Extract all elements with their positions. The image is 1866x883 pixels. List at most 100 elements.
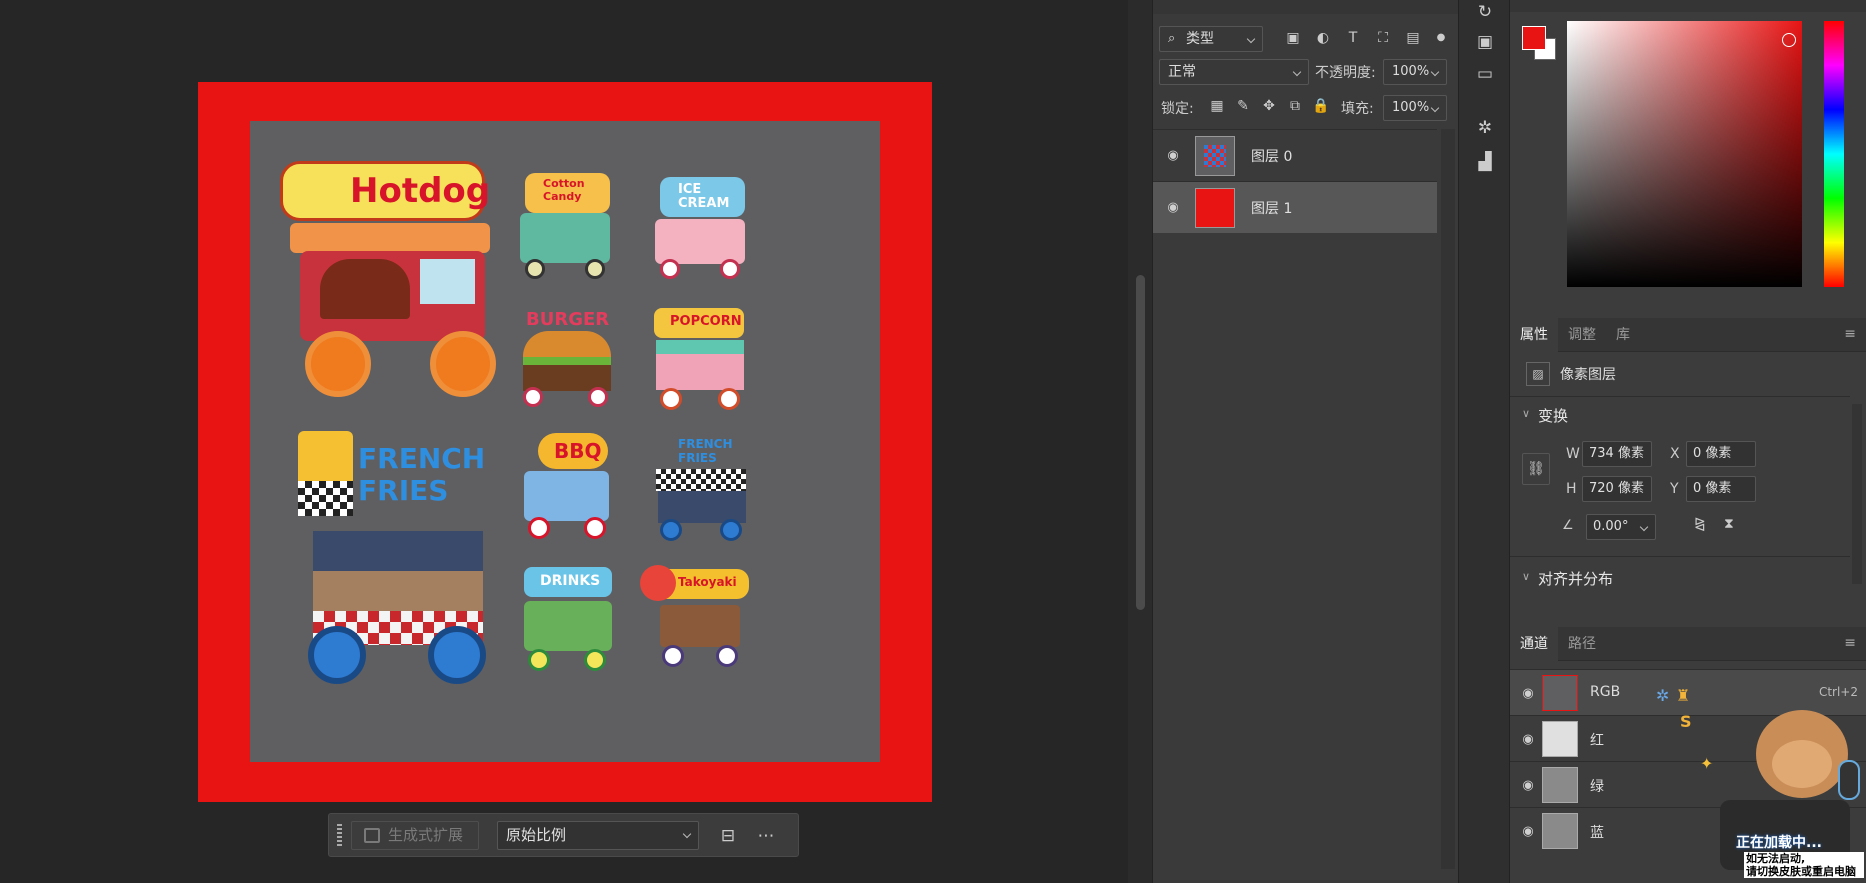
- channel-thumbnail: [1542, 675, 1578, 711]
- flip-horizontal-icon[interactable]: ⧎: [1694, 516, 1706, 532]
- color-field[interactable]: [1567, 21, 1802, 287]
- tab-paths[interactable]: 路径: [1558, 627, 1606, 661]
- french-fries-sign-small: FRENCH FRIES: [678, 437, 733, 465]
- tab-libraries[interactable]: 库: [1606, 318, 1640, 352]
- hue-slider[interactable]: [1824, 21, 1844, 287]
- layer-filter-row: ⌕ 类型 ▣ ◐ T ⛶ ▤ ●: [1159, 24, 1451, 56]
- crop-options-icon[interactable]: ⊟: [715, 823, 741, 849]
- angle-icon: ∠: [1562, 518, 1574, 533]
- layers-panel-tabbar: [1153, 0, 1459, 14]
- fill-value: 100%: [1392, 100, 1430, 115]
- bbq-sign: BBQ: [554, 439, 602, 463]
- lock-position-icon[interactable]: ✥: [1259, 96, 1279, 116]
- lock-transparent-icon[interactable]: ▦: [1207, 96, 1227, 116]
- generative-expand-label: 生成式扩展: [388, 826, 464, 844]
- smart-object-filter-icon[interactable]: ▤: [1403, 28, 1423, 48]
- drinks-sign: DRINKS: [540, 573, 601, 589]
- layer-name[interactable]: 图层 0: [1251, 146, 1292, 166]
- flip-vertical-icon[interactable]: ⧗: [1724, 516, 1734, 532]
- contextual-task-bar: 生成式扩展 原始比例 ⊟ ⋯: [328, 813, 799, 857]
- histogram-icon[interactable]: ▟: [1473, 150, 1497, 174]
- comments-icon[interactable]: ▭: [1473, 62, 1497, 86]
- tab-channels[interactable]: 通道: [1510, 627, 1558, 661]
- aspect-ratio-value: 原始比例: [506, 826, 567, 844]
- fill-input[interactable]: 100%: [1383, 95, 1447, 121]
- drinks-cart: DRINKS: [518, 561, 618, 676]
- color-picker-cursor[interactable]: [1782, 33, 1796, 47]
- foreground-color-swatch[interactable]: [1522, 26, 1546, 50]
- opacity-label: 不透明度:: [1315, 65, 1376, 81]
- sparkle-icon: ✦: [1700, 754, 1714, 773]
- panel-icon-strip: ↻ ▣ ▭ ✲ ▟: [1458, 0, 1510, 883]
- channel-name: RGB: [1590, 684, 1621, 700]
- type-filter-icon[interactable]: T: [1343, 28, 1363, 48]
- plugins-icon[interactable]: ▣: [1473, 30, 1497, 54]
- align-section-title[interactable]: 对齐并分布: [1538, 568, 1613, 589]
- eye-icon[interactable]: ◉: [1520, 778, 1536, 793]
- loading-text: 正在加载中...: [1736, 835, 1822, 851]
- transform-section-title[interactable]: 变换: [1538, 405, 1568, 426]
- eye-icon[interactable]: ◉: [1520, 824, 1536, 839]
- drag-handle[interactable]: [337, 824, 342, 846]
- layers-scrollbar[interactable]: [1441, 129, 1455, 869]
- scrollbar-thumb[interactable]: [1136, 275, 1145, 610]
- filter-kind-value: 类型: [1186, 31, 1214, 47]
- filter-toggle-icon[interactable]: ●: [1431, 28, 1451, 48]
- properties-scrollbar[interactable]: [1852, 404, 1862, 584]
- layer-row[interactable]: ◉ 图层 1: [1153, 181, 1437, 233]
- height-label: H: [1566, 481, 1577, 497]
- eye-icon[interactable]: ◉: [1165, 200, 1181, 215]
- tab-properties[interactable]: 属性: [1510, 318, 1558, 352]
- y-input[interactable]: 0 像素: [1686, 476, 1756, 502]
- panel-menu-icon[interactable]: ≡: [1844, 326, 1856, 342]
- channel-thumbnail: [1542, 721, 1578, 757]
- chevron-down-icon[interactable]: ∨: [1522, 407, 1530, 420]
- ice-cream-cart: ICE CREAM: [650, 169, 750, 279]
- shirt-icon: ♜: [1676, 686, 1691, 705]
- shape-filter-icon[interactable]: ⛶: [1373, 28, 1393, 48]
- link-proportions-icon[interactable]: ⛓: [1522, 453, 1550, 485]
- popcorn-sign: POPCORN: [670, 314, 742, 329]
- layer-row[interactable]: ◉ 图层 0: [1153, 129, 1437, 181]
- height-input[interactable]: 720 像素: [1582, 476, 1652, 502]
- takoyaki-cart: Takoyaki: [638, 561, 753, 676]
- cotton-candy-cart: Cotton Candy: [515, 169, 615, 279]
- document-canvas[interactable]: Hotdog Cotton Candy ICE CREAM BURGER POP…: [0, 0, 1128, 883]
- image-filter-icon[interactable]: ▣: [1283, 28, 1303, 48]
- eye-icon[interactable]: ◉: [1520, 732, 1536, 747]
- x-input[interactable]: 0 像素: [1686, 441, 1756, 467]
- takoyaki-sign: Takoyaki: [678, 575, 737, 589]
- opacity-input[interactable]: 100%: [1383, 59, 1447, 85]
- lock-all-icon[interactable]: 🔒: [1311, 96, 1331, 116]
- canvas-vertical-scrollbar[interactable]: [1128, 0, 1152, 883]
- eye-icon[interactable]: ◉: [1520, 686, 1536, 701]
- opacity-value: 100%: [1392, 64, 1430, 79]
- eye-icon[interactable]: ◉: [1165, 148, 1181, 163]
- desktop-pet-overlay[interactable]: 正在加载中... 如无法启动, 请切换皮肤或重启电脑 ✦: [1700, 700, 1866, 883]
- chevron-down-icon: [1246, 34, 1256, 44]
- popcorn-cart: POPCORN: [650, 306, 750, 411]
- generative-expand-button[interactable]: 生成式扩展: [351, 821, 479, 850]
- french-fries-sign: FRENCH FRIES: [358, 442, 486, 507]
- headphones-icon: [1838, 760, 1860, 800]
- blend-mode-dropdown[interactable]: 正常: [1159, 59, 1309, 85]
- chevron-down-icon: [682, 829, 692, 839]
- adjustment-filter-icon[interactable]: ◐: [1313, 28, 1333, 48]
- burger-cart: BURGER: [518, 309, 618, 409]
- history-icon[interactable]: ↻: [1473, 0, 1497, 24]
- aspect-ratio-dropdown[interactable]: 原始比例: [497, 821, 699, 850]
- more-options-icon[interactable]: ⋯: [753, 823, 779, 849]
- properties-tabbar: 属性 调整 库 ≡: [1510, 318, 1866, 352]
- channel-name: 绿: [1590, 779, 1604, 795]
- layer-name[interactable]: 图层 1: [1251, 198, 1292, 218]
- chevron-down-icon[interactable]: ∨: [1522, 570, 1530, 583]
- width-input[interactable]: 734 像素: [1582, 441, 1652, 467]
- navigator-icon[interactable]: ✲: [1473, 116, 1497, 140]
- angle-input[interactable]: 0.00°: [1586, 514, 1656, 540]
- layer-type-label: 像素图层: [1560, 367, 1616, 383]
- panel-menu-icon[interactable]: ≡: [1844, 635, 1856, 651]
- lock-image-icon[interactable]: ✎: [1233, 96, 1253, 116]
- lock-artboard-icon[interactable]: ⧉: [1285, 96, 1305, 116]
- filter-kind-dropdown[interactable]: ⌕ 类型: [1159, 26, 1263, 52]
- tab-adjustments[interactable]: 调整: [1558, 318, 1606, 352]
